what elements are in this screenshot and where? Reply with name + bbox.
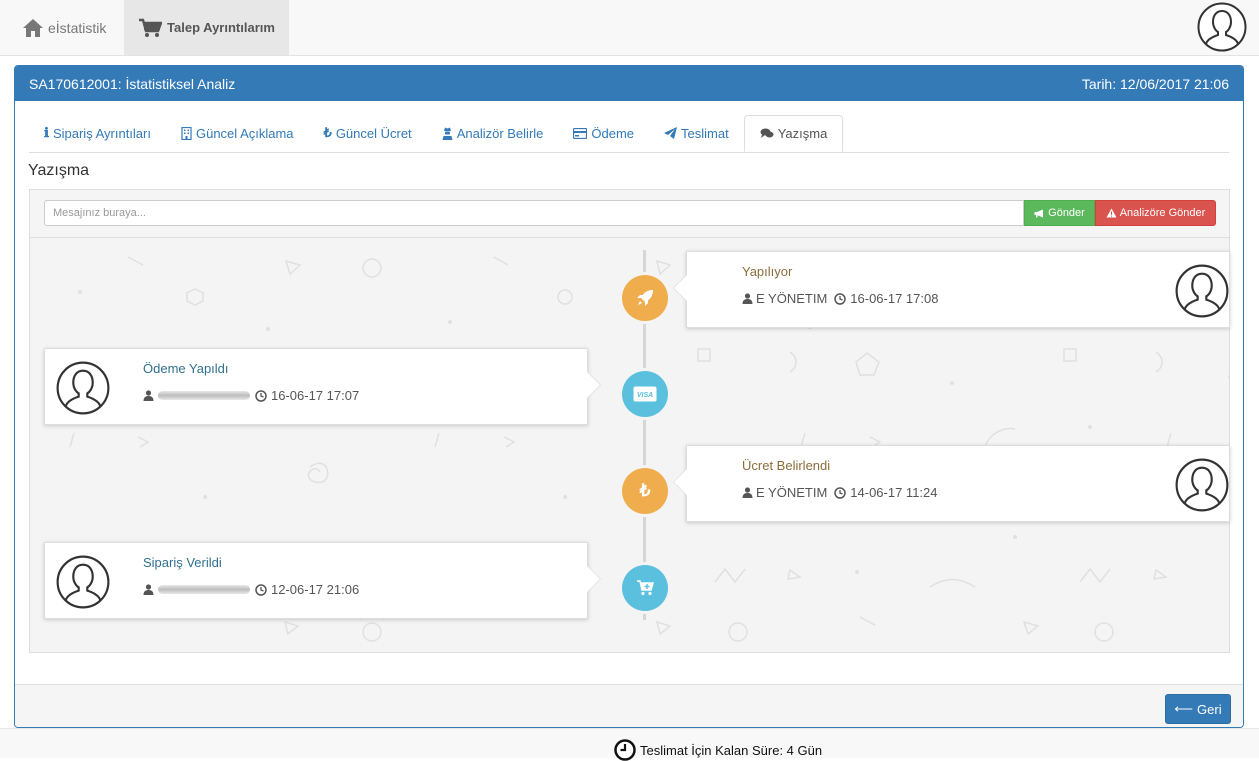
building-icon bbox=[181, 126, 192, 140]
user-icon bbox=[1175, 264, 1229, 318]
section-title: Yazışma bbox=[28, 162, 90, 179]
order-panel: SA170612001: İstatistiksel Analiz Tarih:… bbox=[14, 65, 1244, 728]
lira-icon: ₺ bbox=[639, 481, 651, 500]
user-menu-avatar[interactable] bbox=[1197, 2, 1247, 55]
nav-item-talep-ayrintilarim[interactable]: Talep Ayrıntılarım bbox=[124, 0, 289, 55]
tab-siparis-ayrintilari[interactable]: ℹ Sipariş Ayrıntıları bbox=[29, 115, 166, 151]
avatar bbox=[1175, 458, 1229, 515]
visa-icon: VISA bbox=[633, 386, 657, 402]
timeline-badge: ₺ bbox=[622, 468, 668, 514]
tab-guncel-ucret[interactable]: ₺ Güncel Ücret bbox=[309, 115, 427, 151]
blurred-author bbox=[158, 585, 250, 594]
svg-text:VISA: VISA bbox=[637, 392, 653, 399]
tab-bar: ℹ Sipariş Ayrıntıları Güncel Açıklama ₺ … bbox=[29, 115, 1229, 153]
entry-time: 16-06-17 17:08 bbox=[850, 291, 939, 306]
delivery-countdown: Teslimat İçin Kalan Süre: 4 Gün bbox=[614, 739, 822, 761]
message-composer: Gönder Analizöre Gönder bbox=[30, 190, 1229, 238]
clock-icon bbox=[834, 486, 847, 499]
arrow-left-icon: ⟵ bbox=[1174, 701, 1194, 716]
timeline-badge: VISA bbox=[622, 371, 668, 417]
tab-label: Güncel Açıklama bbox=[195, 125, 294, 141]
message-input[interactable] bbox=[44, 200, 1024, 226]
user-icon bbox=[56, 361, 110, 415]
timeline-badge bbox=[622, 565, 668, 611]
shopping-cart-icon bbox=[139, 18, 163, 37]
tab-label: Teslimat bbox=[681, 125, 729, 141]
entry-meta: 16-06-17 17:07 bbox=[143, 388, 359, 403]
entry-time: 12-06-17 21:06 bbox=[271, 582, 360, 597]
timeline-badge bbox=[622, 275, 668, 321]
entry-title: Ödeme Yapıldı bbox=[143, 361, 229, 376]
panel-heading: SA170612001: İstatistiksel Analiz Tarih:… bbox=[15, 66, 1243, 101]
back-button[interactable]: ⟵ Geri bbox=[1165, 694, 1231, 724]
timeline-entry: Yapılıyor E YÖNETIM 16-06-17 17:08 bbox=[673, 251, 1230, 328]
cart-plus-icon bbox=[637, 580, 654, 596]
tab-label: Ödeme bbox=[591, 125, 635, 141]
entry-title: Ücret Belirlendi bbox=[742, 458, 831, 473]
back-label: Geri bbox=[1197, 701, 1222, 717]
avatar bbox=[56, 555, 110, 612]
user-icon bbox=[143, 584, 154, 595]
tab-teslimat[interactable]: Teslimat bbox=[649, 115, 744, 151]
user-icon bbox=[1175, 458, 1229, 512]
user-icon bbox=[56, 555, 110, 609]
user-icon bbox=[742, 487, 753, 498]
tab-guncel-aciklama[interactable]: Güncel Açıklama bbox=[166, 115, 309, 151]
tab-label: Analizör Belirle bbox=[456, 125, 544, 141]
send-label: Gönder bbox=[1048, 207, 1085, 219]
nav-item-label: Talep Ayrıntılarım bbox=[167, 20, 275, 35]
brand-label: eİstatistik bbox=[48, 19, 107, 36]
blurred-author bbox=[158, 391, 250, 400]
lira-icon: ₺ bbox=[323, 125, 332, 140]
rocket-icon bbox=[637, 290, 653, 306]
panel-date: Tarih: 12/06/2017 21:06 bbox=[1081, 75, 1229, 92]
tab-label: Güncel Ücret bbox=[335, 125, 412, 141]
conversation-box: Gönder Analizöre Gönder bbox=[29, 189, 1230, 653]
avatar bbox=[56, 361, 110, 418]
send-to-analyst-button[interactable]: Analizöre Gönder bbox=[1095, 200, 1216, 226]
user-icon bbox=[742, 293, 753, 304]
entry-meta: E YÖNETIM 16-06-17 17:08 bbox=[742, 291, 938, 306]
info-icon: ℹ bbox=[44, 125, 49, 140]
entry-author: E YÖNETIM bbox=[756, 291, 828, 306]
tab-yazisma[interactable]: Yazışma bbox=[743, 115, 844, 152]
top-navbar: eİstatistik Talep Ayrıntılarım bbox=[0, 0, 1259, 56]
panel-title: SA170612001: İstatistiksel Analiz bbox=[29, 75, 236, 92]
bullhorn-icon bbox=[1034, 209, 1044, 217]
clock-icon bbox=[834, 292, 847, 305]
tab-label: Yazışma bbox=[777, 126, 828, 141]
send-button[interactable]: Gönder bbox=[1024, 200, 1095, 226]
tab-analizor-belirle[interactable]: Analizör Belirle bbox=[427, 115, 559, 151]
timeline-entry: Ücret Belirlendi E YÖNETIM 14-06-17 11:2… bbox=[673, 445, 1230, 522]
user-icon bbox=[143, 390, 154, 401]
entry-author: E YÖNETIM bbox=[756, 485, 828, 500]
entry-time: 16-06-17 17:07 bbox=[271, 388, 360, 403]
clock-icon bbox=[255, 389, 267, 402]
tab-odeme[interactable]: Ödeme bbox=[558, 115, 649, 151]
clock-icon bbox=[255, 583, 267, 596]
paper-plane-icon bbox=[664, 127, 678, 139]
panel-footer: ⟵ Geri bbox=[15, 684, 1243, 727]
entry-title: Sipariş Verildi bbox=[143, 555, 222, 570]
comments-icon bbox=[760, 128, 774, 138]
timeline-entry: Sipariş Verildi 12-06-17 21:06 bbox=[44, 542, 601, 619]
delivery-countdown-text: Teslimat İçin Kalan Süre: 4 Gün bbox=[640, 742, 823, 758]
tab-label: Sipariş Ayrıntıları bbox=[52, 125, 151, 141]
entry-meta: 12-06-17 21:06 bbox=[143, 582, 359, 597]
clock-icon bbox=[614, 739, 636, 761]
home-icon bbox=[23, 18, 43, 37]
entry-time: 14-06-17 11:24 bbox=[850, 485, 938, 500]
brand-link[interactable]: eİstatistik bbox=[22, 0, 106, 55]
timeline-entry: Ödeme Yapıldı 16-06-17 17:07 bbox=[44, 348, 601, 425]
send-to-analyst-label: Analizöre Gönder bbox=[1119, 207, 1206, 219]
entry-meta: E YÖNETIM 14-06-17 11:24 bbox=[742, 485, 938, 500]
entry-title: Yapılıyor bbox=[742, 264, 793, 279]
user-icon bbox=[1197, 2, 1247, 52]
user-secret-icon bbox=[442, 127, 453, 140]
warning-icon bbox=[1106, 208, 1117, 218]
credit-card-icon bbox=[573, 127, 588, 139]
avatar bbox=[1175, 264, 1229, 321]
